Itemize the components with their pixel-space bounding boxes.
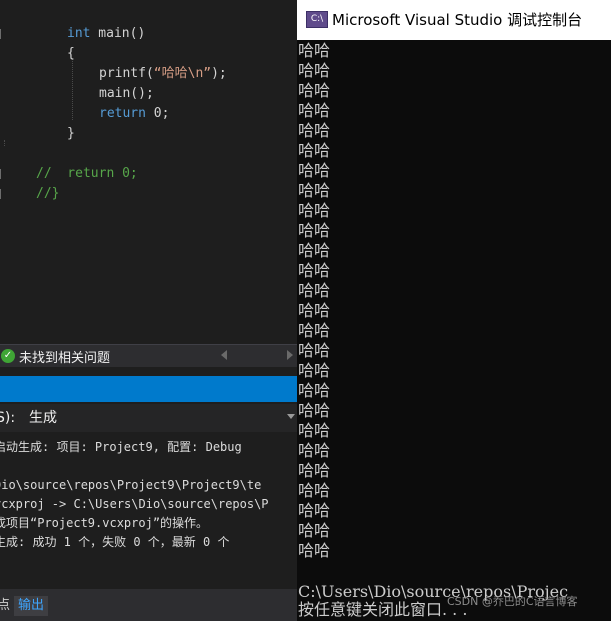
console-output-line: 哈哈 [298, 481, 331, 500]
code-line-comment-brace[interactable]: //} [36, 184, 59, 204]
console-output-line: 哈哈 [298, 321, 331, 340]
console-output-line: 哈哈 [298, 461, 331, 480]
console-output-line: 哈哈 [298, 61, 331, 80]
code-token: main(); [99, 86, 154, 101]
console-output-line: 哈哈 [298, 121, 331, 140]
console-output-line: 哈哈 [298, 201, 331, 220]
indent-guide [72, 58, 73, 120]
output-panel-header[interactable] [0, 376, 297, 402]
code-line-printf[interactable]: printf(“哈哈\n”); [99, 64, 227, 84]
console-title: Microsoft Visual Studio 调试控制台 [332, 11, 583, 29]
output-line: 生成: 成功 1 个，失败 0 个，最新 0 个 [0, 535, 230, 549]
console-output-line: 哈哈 [298, 221, 331, 240]
tab-output[interactable]: 输出 [14, 596, 49, 616]
debug-console-window[interactable]: C:\ Microsoft Visual Studio 调试控制台 哈哈 哈哈 哈哈… [297, 0, 611, 621]
console-output-line: 哈哈 [298, 441, 331, 460]
console-output-line: 哈哈 [298, 41, 331, 60]
console-titlebar[interactable]: C:\ Microsoft Visual Studio 调试控制台 [297, 0, 611, 40]
code-line-main-signature[interactable]: int main() [67, 24, 145, 44]
visual-studio-ide: int main() { printf(“哈哈\n”); main(); ret… [0, 0, 297, 621]
code-line-main-call[interactable]: main(); [99, 84, 154, 104]
console-output-line: 哈哈 [298, 181, 331, 200]
bottom-tab-bar: 点 输出 [0, 589, 297, 621]
console-output-line: 哈哈 [298, 541, 331, 560]
code-editor[interactable]: int main() { printf(“哈哈\n”); main(); ret… [0, 0, 297, 344]
console-app-icon: C:\ [306, 11, 328, 28]
console-output-line: 哈哈 [298, 261, 331, 280]
scroll-left-icon[interactable] [221, 350, 227, 360]
code-token: 0; [145, 106, 170, 121]
code-line-close-brace[interactable]: } [67, 124, 75, 144]
chevron-down-icon[interactable] [287, 414, 295, 419]
fold-marker[interactable] [0, 169, 4, 179]
code-token: //} [36, 186, 60, 201]
console-output-line: 哈哈 [298, 141, 331, 160]
code-token: int [67, 26, 91, 41]
fold-marker[interactable] [0, 29, 4, 39]
console-output-line: 哈哈 [298, 401, 331, 420]
code-token: printf( [99, 66, 154, 81]
output-source-value[interactable]: 生成 [29, 404, 57, 432]
output-line: vcxproj -> C:\Users\Dio\source\repos\P [0, 497, 269, 511]
code-line-comment-return[interactable]: // return 0; [36, 164, 138, 184]
code-line-open-brace[interactable]: { [67, 44, 75, 64]
console-output-line: 哈哈 [298, 281, 331, 300]
indent-guide [4, 140, 5, 146]
console-output-line: 哈哈 [298, 381, 331, 400]
console-output-line: 哈哈 [298, 421, 331, 440]
output-panel: S): 生成 启动生成: 项目: Project9, 配置: Debug Dio… [0, 367, 297, 621]
code-token: ); [211, 66, 227, 81]
output-line: Dio\source\repos\Project9\Project9\te [0, 478, 262, 492]
issues-status-text: 未找到相关问题 [19, 350, 111, 366]
code-token: main() [90, 26, 146, 41]
code-token: return [99, 106, 146, 121]
console-output-line: 哈哈 [298, 161, 331, 180]
issues-status-bar: ✓ 未找到相关问题 [0, 344, 297, 367]
check-circle-icon: ✓ [1, 349, 15, 363]
scroll-right-icon[interactable] [287, 350, 293, 360]
tab-error-list[interactable]: 点 [0, 596, 10, 616]
console-prompt-line: 按任意键关闭此窗口. . . [298, 600, 468, 619]
output-line: 成项目“Project9.vcxproj”的操作。 [0, 516, 209, 530]
console-output-line: 哈哈 [298, 341, 331, 360]
output-line: 启动生成: 项目: Project9, 配置: Debug [0, 440, 242, 454]
console-output-line: 哈哈 [298, 301, 331, 320]
console-output-line: 哈哈 [298, 81, 331, 100]
code-line-return[interactable]: return 0; [99, 104, 169, 124]
code-token: { [67, 46, 75, 61]
console-output-line: 哈哈 [298, 241, 331, 260]
console-output-line: 哈哈 [298, 501, 331, 520]
watermark: CSDN @乔巴的C语言博客 [447, 595, 578, 608]
fold-marker[interactable] [0, 189, 4, 199]
code-token: } [67, 126, 75, 141]
code-token: “哈哈\n” [153, 66, 212, 81]
console-output-line: 哈哈 [298, 521, 331, 540]
console-output-line: 哈哈 [298, 101, 331, 120]
console-output-line: 哈哈 [298, 361, 331, 380]
output-source-selector[interactable]: S): 生成 [0, 404, 297, 432]
output-source-label: S): [0, 410, 16, 426]
code-token: // return 0; [36, 166, 138, 181]
